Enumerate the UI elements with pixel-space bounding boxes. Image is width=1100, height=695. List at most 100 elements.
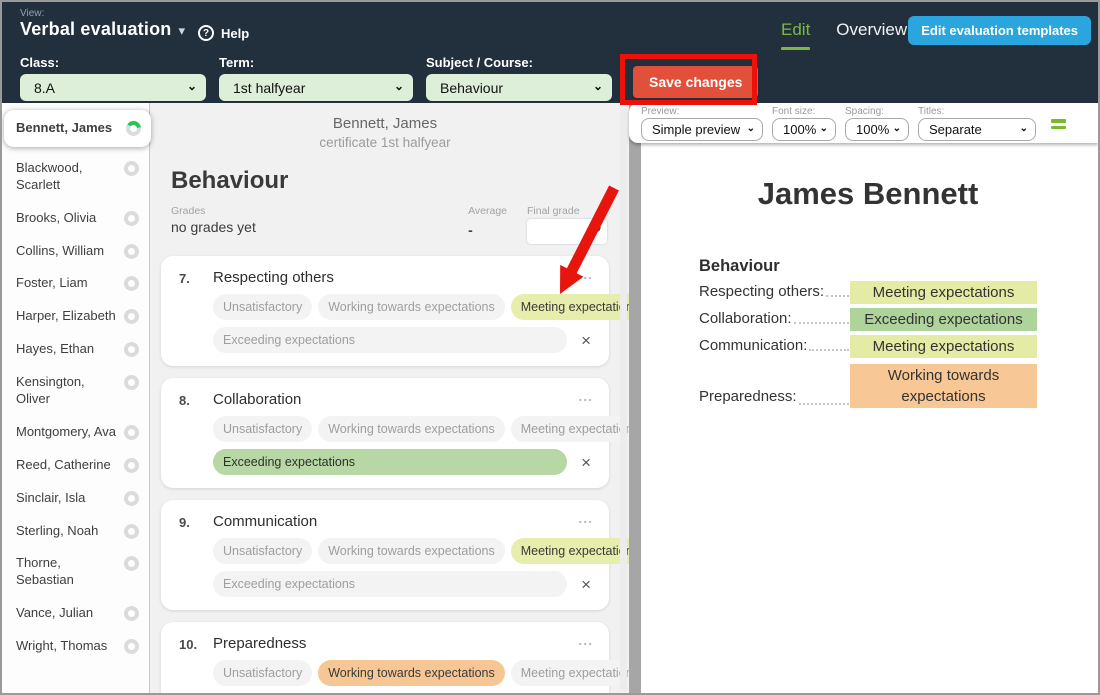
view-selector[interactable]: View: Verbal evaluation ▾ <box>20 8 185 40</box>
dotted-leader <box>809 335 849 351</box>
certificate-row: Respecting others: Meeting expectations <box>699 281 1037 304</box>
preview-mode-select[interactable]: Simple preview ⌄ <box>641 118 763 141</box>
option-pill[interactable]: Unsatisfactory <box>213 416 312 442</box>
spacing-select[interactable]: 100% ⌄ <box>845 118 909 141</box>
sidebar-item-student[interactable]: Hayes, Ethan <box>2 333 149 366</box>
progress-donut-icon <box>124 342 139 357</box>
option-pill-selected[interactable]: Exceeding expectations <box>213 449 567 475</box>
sidebar-item-student[interactable]: Blackwood, Scarlett <box>2 152 149 202</box>
sidebar-item-student[interactable]: Brooks, Olivia <box>2 202 149 235</box>
sidebar-item-student[interactable]: Montgomery, Ava <box>2 416 149 449</box>
help-button[interactable]: ? Help <box>198 25 249 41</box>
chevron-down-icon: ⌄ <box>820 123 828 134</box>
editor-header: Bennett, James certificate 1st halfyear <box>161 114 609 152</box>
evaluation-item-card: 9. Communication ... Unsatisfactory Work… <box>161 500 609 610</box>
view-label: View: <box>20 8 185 19</box>
option-pill[interactable]: Meeting expectations <box>511 660 629 686</box>
font-size-select[interactable]: 100% ⌄ <box>772 118 836 141</box>
final-grade-select[interactable]: ▾ <box>527 219 607 244</box>
nav-tabs: Edit Overview <box>781 20 907 50</box>
preview-controls-bar: Preview: Simple preview ⌄ Font size: 100… <box>629 103 1098 143</box>
tab-overview[interactable]: Overview <box>836 20 907 50</box>
clear-selection-icon[interactable]: × <box>573 576 595 593</box>
option-pill-selected[interactable]: Meeting expectations <box>511 294 629 320</box>
chevron-down-icon: ⌄ <box>394 79 404 93</box>
dotted-leader <box>794 308 849 324</box>
option-pill-selected[interactable]: Working towards expectations <box>318 660 505 686</box>
sidebar-item-student[interactable]: Wright, Thomas <box>2 630 149 663</box>
sidebar-item-student[interactable]: Foster, Liam <box>2 267 149 300</box>
option-pill[interactable]: Exceeding expectations <box>213 327 567 353</box>
sidebar-item-student[interactable]: Bennett, James <box>4 110 151 147</box>
chevron-down-icon: ⌄ <box>747 123 755 134</box>
tab-edit[interactable]: Edit <box>781 20 810 50</box>
progress-donut-icon <box>124 606 139 621</box>
chevron-down-icon: ▾ <box>596 224 601 235</box>
progress-donut-icon <box>124 211 139 226</box>
progress-donut-icon <box>124 556 139 571</box>
sidebar-item-student[interactable]: Vance, Julian <box>2 597 149 630</box>
sidebar-item-student[interactable]: Sterling, Noah <box>2 515 149 548</box>
term-select[interactable]: 1st halfyear ⌄ <box>219 74 413 101</box>
certificate-grade-box: Exceeding expectations <box>850 308 1037 331</box>
scrollbar[interactable] <box>620 109 627 691</box>
progress-donut-icon <box>124 458 139 473</box>
clear-selection-icon[interactable]: × <box>573 454 595 471</box>
certificate-row: Preparedness: Working towards expectatio… <box>699 364 1037 408</box>
student-sidebar: Bennett, James Blackwood, Scarlett Brook… <box>2 103 150 693</box>
option-pill[interactable]: Unsatisfactory <box>213 660 312 686</box>
edit-evaluation-templates-button[interactable]: Edit evaluation templates <box>908 16 1091 45</box>
option-pill[interactable]: Unsatisfactory <box>213 294 312 320</box>
certificate-row: Communication: Meeting expectations <box>699 335 1037 358</box>
progress-donut-icon <box>126 121 141 136</box>
chevron-down-icon: ⌄ <box>593 79 603 93</box>
progress-donut-icon <box>124 524 139 539</box>
certificate-grade-box: Working towards expectations <box>850 364 1037 408</box>
class-select[interactable]: 8.A ⌄ <box>20 74 206 101</box>
view-value: Verbal evaluation <box>20 19 171 39</box>
evaluation-editor-panel: Bennett, James certificate 1st halfyear … <box>151 103 629 693</box>
sidebar-item-student[interactable]: Reed, Catherine <box>2 449 149 482</box>
progress-donut-icon <box>124 244 139 259</box>
chevron-down-icon: ⌄ <box>1020 123 1028 134</box>
subject-select[interactable]: Behaviour ⌄ <box>426 74 612 101</box>
certificate-subheader: certificate 1st halfyear <box>161 134 609 152</box>
spacing-control: Spacing: 100% ⌄ <box>845 106 909 141</box>
preview-mode-control: Preview: Simple preview ⌄ <box>641 106 763 141</box>
chevron-down-icon: ▾ <box>178 23 185 38</box>
item-menu-icon[interactable]: ... <box>576 391 595 401</box>
evaluation-item-card: 7. Respecting others ... Unsatisfactory … <box>161 256 609 366</box>
top-navbar: View: Verbal evaluation ▾ ? Help Edit Ove… <box>2 2 1098 103</box>
option-pill[interactable]: Working towards expectations <box>318 538 505 564</box>
progress-donut-icon <box>124 491 139 506</box>
sidebar-item-student[interactable]: Thorne, Sebastian <box>2 547 149 597</box>
certificate-preview-panel: Preview: Simple preview ⌄ Font size: 100… <box>629 103 1098 693</box>
option-pill-selected[interactable]: Meeting expectations <box>511 538 629 564</box>
menu-handle-icon[interactable] <box>1051 119 1066 132</box>
option-pill[interactable]: Unsatisfactory <box>213 538 312 564</box>
clear-selection-icon[interactable]: × <box>573 332 595 349</box>
app-window: View: Verbal evaluation ▾ ? Help Edit Ove… <box>0 0 1100 695</box>
average-value: - <box>468 222 507 238</box>
sidebar-item-student[interactable]: Harper, Elizabeth <box>2 300 149 333</box>
option-pill[interactable]: Working towards expectations <box>318 294 505 320</box>
subject-title: Behaviour <box>171 167 609 195</box>
option-pill[interactable]: Exceeding expectations <box>213 571 567 597</box>
item-menu-icon[interactable]: ... <box>576 635 595 645</box>
titles-select[interactable]: Separate ⌄ <box>918 118 1036 141</box>
sidebar-item-student[interactable]: Sinclair, Isla <box>2 482 149 515</box>
progress-donut-icon <box>124 375 139 390</box>
progress-donut-icon <box>124 276 139 291</box>
certificate-page: James Bennett Behaviour Respecting other… <box>641 143 1098 693</box>
item-menu-icon[interactable]: ... <box>576 269 595 279</box>
evaluation-item-card: 10. Preparedness ... Unsatisfactory Work… <box>161 622 609 693</box>
option-pill[interactable]: Meeting expectations <box>511 416 629 442</box>
sidebar-item-student[interactable]: Kensington, Oliver <box>2 366 149 416</box>
sidebar-item-student[interactable]: Collins, William <box>2 235 149 268</box>
item-menu-icon[interactable]: ... <box>576 513 595 523</box>
titles-control: Titles: Separate ⌄ <box>918 106 1036 141</box>
save-changes-button[interactable]: Save changes <box>633 66 758 98</box>
grades-summary-row: Grades no grades yet Average - Final gra… <box>171 205 607 244</box>
option-pill[interactable]: Working towards expectations <box>318 416 505 442</box>
term-filter: Term: 1st halfyear ⌄ <box>219 55 413 101</box>
